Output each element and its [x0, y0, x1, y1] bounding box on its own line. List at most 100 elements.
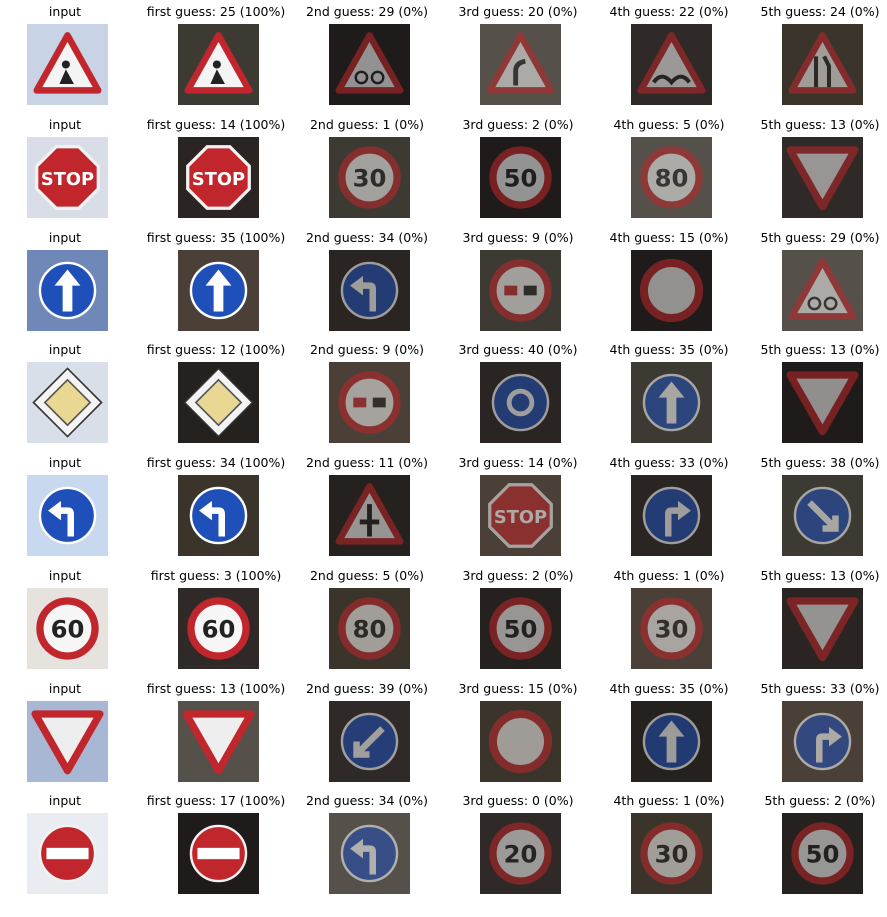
guess-panel: 3rd guess: 2 (0%) 50 — [443, 569, 593, 677]
guess-label: 4th guess: 15 (0%) — [609, 230, 729, 245]
guess-label: 5th guess: 24 (0%) — [760, 4, 880, 19]
speed-limit-50-sign-icon: 50 — [782, 813, 863, 894]
guess-label: 5th guess: 13 (0%) — [760, 568, 880, 583]
svg-text:50: 50 — [806, 839, 840, 868]
yield-sign-icon — [27, 701, 108, 782]
guess-label: 3rd guess: 2 (0%) — [462, 117, 574, 132]
ahead-only-sign-icon — [178, 250, 259, 331]
guess-label: 2nd guess: 1 (0%) — [309, 117, 425, 132]
input-panel: input — [0, 231, 140, 339]
bicycles-crossing-sign-icon — [782, 250, 863, 331]
roadworks-sign-icon — [27, 24, 108, 105]
input-panel: input — [0, 343, 140, 451]
bicycles-crossing-sign-icon — [329, 24, 410, 105]
guess-panel: 2nd guess: 34 (0%) — [292, 794, 442, 902]
guess-panel: 4th guess: 5 (0%) 80 — [594, 118, 744, 226]
ahead-only-sign-icon — [631, 701, 712, 782]
guess-label: 4th guess: 35 (0%) — [609, 342, 729, 357]
roadworks-sign-icon — [178, 24, 259, 105]
guess-panel: 5th guess: 13 (0%) — [745, 569, 887, 677]
turn-left-ahead-sign-icon — [178, 475, 259, 556]
input-label: input — [48, 568, 82, 583]
dangerous-curve-right-sign-icon — [480, 24, 561, 105]
svg-text:STOP: STOP — [192, 169, 245, 190]
guess-label: 5th guess: 29 (0%) — [760, 230, 880, 245]
guess-label: 2nd guess: 39 (0%) — [305, 681, 428, 696]
guess-label: first guess: 25 (100%) — [146, 4, 286, 19]
speed-limit-50-sign-icon: 50 — [480, 137, 561, 218]
speed-limit-20-sign-icon: 20 — [480, 813, 561, 894]
no-vehicles-sign-icon — [480, 701, 561, 782]
guess-label: 3rd guess: 2 (0%) — [462, 568, 574, 583]
priority-road-sign-icon — [178, 362, 259, 443]
speed-limit-50-sign-icon: 50 — [480, 588, 561, 669]
guess-panel: 2nd guess: 39 (0%) — [292, 682, 442, 790]
guess-panel: first guess: 25 (100%) — [141, 5, 291, 113]
no-passing-sign-icon — [480, 250, 561, 331]
turn-left-ahead-sign-icon — [27, 475, 108, 556]
guess-label: 2nd guess: 34 (0%) — [305, 793, 428, 808]
keep-right-sign-icon — [782, 475, 863, 556]
guess-label: 3rd guess: 0 (0%) — [462, 793, 574, 808]
no-vehicles-sign-icon — [631, 250, 712, 331]
turn-right-ahead-sign-icon — [631, 475, 712, 556]
guess-panel: 4th guess: 35 (0%) — [594, 343, 744, 451]
guess-panel: first guess: 3 (100%) 60 — [141, 569, 291, 677]
guess-label: 2nd guess: 5 (0%) — [309, 568, 425, 583]
input-label: input — [48, 681, 82, 696]
guess-panel: 3rd guess: 0 (0%) 20 — [443, 794, 593, 902]
input-panel: input — [0, 682, 140, 790]
guess-panel: 2nd guess: 34 (0%) — [292, 231, 442, 339]
priority-road-sign-icon — [27, 362, 108, 443]
yield-sign-icon — [178, 701, 259, 782]
guess-panel: first guess: 35 (100%) — [141, 231, 291, 339]
input-label: input — [48, 793, 82, 808]
guess-label: 4th guess: 33 (0%) — [609, 455, 729, 470]
bumpy-road-sign-icon — [631, 24, 712, 105]
svg-text:80: 80 — [353, 614, 387, 643]
guess-panel: 2nd guess: 11 (0%) — [292, 456, 442, 564]
guess-panel: 3rd guess: 20 (0%) — [443, 5, 593, 113]
guess-panel: 3rd guess: 14 (0%) STOP — [443, 456, 593, 564]
input-label: input — [48, 342, 82, 357]
speed-limit-60-sign-icon: 60 — [178, 588, 259, 669]
input-label: input — [48, 117, 82, 132]
right-of-way-sign-icon — [329, 475, 410, 556]
guess-panel: 5th guess: 33 (0%) — [745, 682, 887, 790]
guess-panel: 5th guess: 13 (0%) — [745, 343, 887, 451]
prediction-grid: input first guess: 25 (100%) 2nd guess: 29… — [0, 0, 887, 917]
guess-label: 5th guess: 2 (0%) — [764, 793, 876, 808]
svg-text:80: 80 — [655, 163, 689, 192]
guess-label: 4th guess: 1 (0%) — [613, 793, 725, 808]
no-passing-sign-icon — [329, 362, 410, 443]
ahead-only-sign-icon — [631, 362, 712, 443]
turn-left-ahead-sign-icon — [329, 813, 410, 894]
guess-label: 3rd guess: 9 (0%) — [462, 230, 574, 245]
guess-label: 4th guess: 1 (0%) — [613, 568, 725, 583]
no-entry-sign-icon — [27, 813, 108, 894]
yield-sign-icon — [782, 588, 863, 669]
svg-text:60: 60 — [51, 614, 85, 643]
guess-label: first guess: 14 (100%) — [146, 117, 286, 132]
guess-label: 2nd guess: 11 (0%) — [305, 455, 428, 470]
input-panel: input — [0, 456, 140, 564]
guess-panel: 2nd guess: 5 (0%) 80 — [292, 569, 442, 677]
svg-text:STOP: STOP — [41, 169, 94, 190]
stop-sign-icon: STOP — [27, 137, 108, 218]
road-narrows-right-sign-icon — [782, 24, 863, 105]
guess-label: 2nd guess: 29 (0%) — [305, 4, 428, 19]
guess-panel: first guess: 13 (100%) — [141, 682, 291, 790]
guess-label: first guess: 35 (100%) — [146, 230, 286, 245]
svg-text:20: 20 — [504, 839, 538, 868]
guess-label: 5th guess: 38 (0%) — [760, 455, 880, 470]
turn-left-ahead-sign-icon — [329, 250, 410, 331]
guess-panel: 4th guess: 33 (0%) — [594, 456, 744, 564]
guess-panel: 2nd guess: 1 (0%) 30 — [292, 118, 442, 226]
speed-limit-30-sign-icon: 30 — [329, 137, 410, 218]
guess-panel: first guess: 34 (100%) — [141, 456, 291, 564]
roundabout-mandatory-sign-icon — [480, 362, 561, 443]
svg-text:60: 60 — [202, 614, 236, 643]
guess-label: first guess: 17 (100%) — [146, 793, 286, 808]
input-panel: input 60 — [0, 569, 140, 677]
guess-label: 5th guess: 13 (0%) — [760, 117, 880, 132]
